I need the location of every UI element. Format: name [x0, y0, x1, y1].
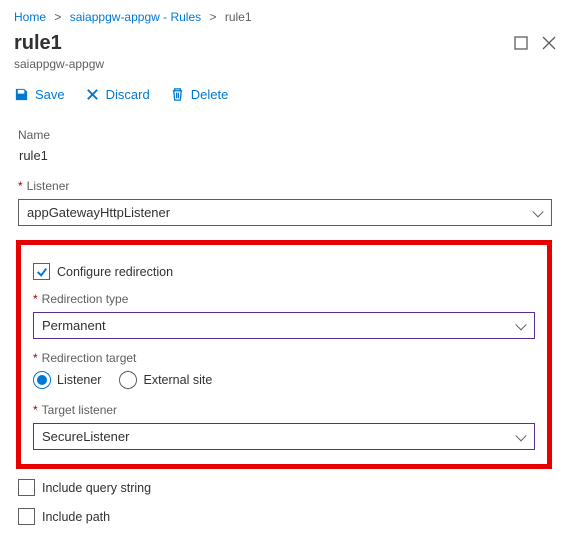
checkbox-icon [33, 263, 50, 280]
breadcrumb: Home > saiappgw-appgw - Rules > rule1 [0, 0, 570, 30]
discard-icon [85, 87, 100, 102]
listener-select-value: appGatewayHttpListener [27, 205, 170, 220]
breadcrumb-home[interactable]: Home [14, 10, 46, 24]
toolbar: Save Discard Delete [0, 75, 570, 116]
redirection-type-value: Permanent [42, 318, 106, 333]
blade-header: rule1 saiappgw-appgw [0, 30, 570, 75]
name-value: rule1 [18, 148, 552, 163]
include-path-label: Include path [42, 510, 110, 524]
discard-label: Discard [106, 87, 150, 102]
radio-listener-label: Listener [57, 373, 101, 387]
form-body: Name rule1 Listener appGatewayHttpListen… [0, 116, 570, 541]
include-path-checkbox[interactable]: Include path [18, 508, 552, 525]
target-listener-label: Target listener [33, 403, 535, 417]
redirection-target-radios: Listener External site [33, 371, 535, 389]
configure-redirection-checkbox[interactable]: Configure redirection [33, 263, 535, 280]
redirection-highlight: Configure redirection Redirection type P… [16, 240, 552, 469]
radio-external-site[interactable]: External site [119, 371, 212, 389]
checkbox-icon [18, 479, 35, 496]
delete-icon [170, 87, 185, 102]
delete-button[interactable]: Delete [170, 87, 229, 102]
page-title: rule1 [14, 32, 104, 55]
checkbox-icon [18, 508, 35, 525]
breadcrumb-current: rule1 [225, 10, 252, 24]
configure-redirection-label: Configure redirection [57, 265, 173, 279]
listener-label: Listener [18, 179, 552, 193]
radio-icon [33, 371, 51, 389]
breadcrumb-rules[interactable]: saiappgw-appgw - Rules [70, 10, 201, 24]
discard-button[interactable]: Discard [85, 87, 150, 102]
radio-icon [119, 371, 137, 389]
redirection-target-label: Redirection target [33, 351, 535, 365]
target-listener-value: SecureListener [42, 429, 129, 444]
save-icon [14, 87, 29, 102]
breadcrumb-sep: > [54, 10, 61, 24]
redirection-type-label: Redirection type [33, 292, 535, 306]
save-button[interactable]: Save [14, 87, 65, 102]
maximize-icon[interactable] [514, 36, 528, 50]
include-query-checkbox[interactable]: Include query string [18, 479, 552, 496]
target-listener-select[interactable]: SecureListener [33, 423, 535, 450]
delete-label: Delete [191, 87, 229, 102]
close-icon[interactable] [542, 36, 556, 50]
radio-external-label: External site [143, 373, 212, 387]
breadcrumb-sep: > [209, 10, 216, 24]
redirection-type-select[interactable]: Permanent [33, 312, 535, 339]
listener-select[interactable]: appGatewayHttpListener [18, 199, 552, 226]
page-subtitle: saiappgw-appgw [14, 57, 104, 71]
radio-listener[interactable]: Listener [33, 371, 101, 389]
name-label: Name [18, 128, 552, 142]
include-query-label: Include query string [42, 481, 151, 495]
save-label: Save [35, 87, 65, 102]
